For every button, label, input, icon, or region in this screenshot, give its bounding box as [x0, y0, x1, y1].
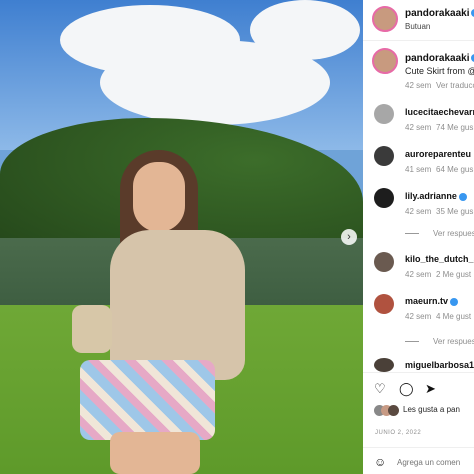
chevron-right-icon[interactable]: ›	[341, 229, 357, 245]
emoji-icon[interactable]: ☺	[374, 455, 386, 469]
commenter-avatar[interactable]	[374, 252, 394, 272]
comment-age: 42 sem	[405, 123, 432, 132]
comment-username[interactable]: lucecitaechevarri	[405, 107, 474, 117]
view-replies-link[interactable]: Ver respues	[433, 337, 474, 346]
comment-username[interactable]: kilo_the_dutch_s	[405, 254, 474, 264]
post-date: JUNIO 2, 2022	[375, 430, 422, 436]
liker-avatar	[388, 405, 399, 416]
heart-icon[interactable]: ♡	[374, 381, 386, 397]
commenter-avatar[interactable]	[374, 358, 394, 372]
commenter-avatar[interactable]	[374, 188, 394, 208]
post-location[interactable]: Butuan	[405, 22, 430, 31]
view-replies-link[interactable]: Ver respues	[433, 229, 474, 238]
commenter-avatar[interactable]	[374, 104, 394, 124]
post-sidebar: pandorakaaki Butuan pandorakaaki Cute Sk…	[363, 0, 474, 474]
legs	[110, 432, 200, 474]
author-name-text[interactable]: pandorakaaki	[405, 8, 469, 19]
comment-username[interactable]: miguelbarbosa15	[405, 360, 474, 370]
comment-username[interactable]: maeurn.tv	[405, 296, 459, 306]
author-username[interactable]: pandorakaaki	[405, 8, 474, 19]
comment-age: 42 sem	[405, 312, 432, 321]
caption-text: Cute Skirt from @	[405, 66, 474, 76]
comment-likes[interactable]: 74 Me gus	[436, 123, 473, 132]
caption-age: 42 sem	[405, 81, 432, 90]
comment-username[interactable]: lily.adrianne	[405, 191, 467, 201]
comment-likes[interactable]: 2 Me gust	[436, 270, 471, 279]
replies-divider	[405, 233, 419, 234]
comment-username[interactable]: auroreparenteu	[405, 149, 471, 159]
likes-summary[interactable]: Les gusta a pan	[403, 405, 460, 414]
comment-age: 41 sem	[405, 165, 432, 174]
share-icon[interactable]: ➤	[425, 381, 436, 397]
add-comment-bar: ☺	[363, 447, 474, 474]
post-actions-bar: ♡ ◯ ➤	[363, 372, 474, 403]
comment-icon[interactable]: ◯	[399, 381, 414, 397]
skirt	[80, 360, 215, 440]
caption-user-text[interactable]: pandorakaaki	[405, 53, 469, 64]
post-photo: ›	[0, 0, 363, 474]
comment-age: 42 sem	[405, 207, 432, 216]
comment-user-text[interactable]: lily.adrianne	[405, 191, 457, 201]
translate-link[interactable]: Ver traducc	[436, 81, 474, 90]
face	[133, 162, 185, 232]
author-avatar[interactable]	[372, 6, 398, 32]
add-comment-input[interactable]	[395, 454, 474, 470]
commenter-avatar[interactable]	[374, 146, 394, 166]
comment-user-text[interactable]: maeurn.tv	[405, 296, 448, 306]
replies-divider	[405, 341, 419, 342]
cloud	[250, 0, 360, 60]
comment-age: 42 sem	[405, 270, 432, 279]
verified-badge-icon	[450, 297, 459, 306]
post-header: pandorakaaki Butuan	[363, 0, 474, 41]
verified-badge-icon	[458, 192, 467, 201]
handbag	[72, 305, 112, 353]
caption-username[interactable]: pandorakaaki	[405, 53, 474, 64]
caption-avatar[interactable]	[372, 48, 398, 74]
commenter-avatar[interactable]	[374, 294, 394, 314]
comment-likes[interactable]: 35 Me gus	[436, 207, 473, 216]
person-figure	[72, 150, 250, 474]
comment-likes[interactable]: 4 Me gust	[436, 312, 471, 321]
shirt	[110, 230, 245, 380]
comment-likes[interactable]: 64 Me gus	[436, 165, 473, 174]
